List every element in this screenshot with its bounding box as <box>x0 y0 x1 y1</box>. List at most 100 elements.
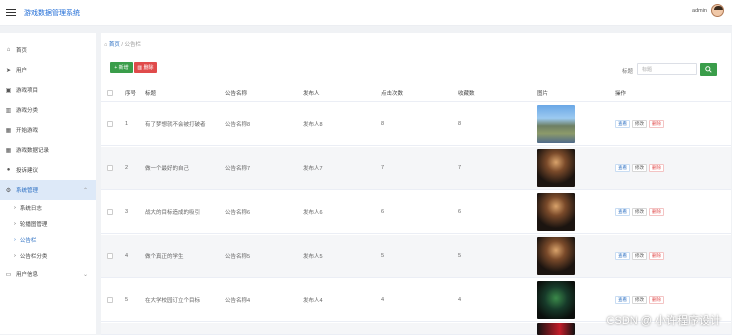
row-title: 做一个最好的自己 <box>145 166 190 172</box>
row-checkbox[interactable] <box>107 297 113 303</box>
send-icon: ➤ <box>5 67 12 74</box>
chevron-right-icon: › <box>14 253 16 259</box>
header-category: 公告名称 <box>225 91 248 97</box>
breadcrumb-current: 公告栏 <box>124 42 141 48</box>
avatar[interactable] <box>711 4 724 17</box>
row-index: 3 <box>125 209 129 215</box>
row-delete-button[interactable]: 删除 <box>649 208 664 216</box>
row-category: 公告名称6 <box>225 210 251 216</box>
menu-toggle-icon[interactable] <box>6 9 16 16</box>
edit-button[interactable]: 修改 <box>632 164 647 172</box>
row-title: 做个真正的学生 <box>145 254 184 260</box>
sidebar-item-game-projects[interactable]: ▣ 游戏项目 <box>0 80 96 100</box>
breadcrumb-separator: / <box>121 42 123 48</box>
breadcrumb: ⌂ 首页 / 公告栏 <box>104 40 141 48</box>
breadcrumb-home[interactable]: 首页 <box>109 42 120 48</box>
sidebar-item-home[interactable]: ⌂ 首页 <box>0 40 96 60</box>
pin-icon: ● <box>6 167 11 173</box>
home-icon: ⌂ <box>104 42 108 48</box>
header-actions: 操作 <box>615 91 627 97</box>
row-index: 5 <box>125 297 129 303</box>
sidebar-subitem-notices[interactable]: › 公告栏 <box>0 232 96 248</box>
delete-button[interactable]: ▥ 删除 <box>134 62 157 73</box>
search-icon <box>705 66 712 73</box>
chevron-down-icon: ⌄ <box>82 271 88 278</box>
view-button[interactable]: 查看 <box>615 208 630 216</box>
home-icon: ⌂ <box>6 47 11 53</box>
row-index: 2 <box>125 165 129 171</box>
table-row: 4 做个真正的学生 公告名称5 发布人5 5 5 查看 修改 删除 <box>101 235 731 278</box>
header-favorites: 收藏数 <box>458 91 475 97</box>
row-category: 公告名称7 <box>225 166 251 172</box>
sidebar: ⌂ 首页 ➤ 用户 ▣ 游戏项目 ▥ 游戏分类 ▦ 开始游戏 ▦ 游戏数据记录 ● 投诉建议 … <box>0 33 96 334</box>
row-clicks: 7 <box>381 165 385 171</box>
row-publisher: 发布人5 <box>303 254 323 260</box>
row-delete-button[interactable]: 删除 <box>649 120 664 128</box>
row-category: 公告名称8 <box>225 122 251 128</box>
row-clicks: 8 <box>381 121 385 127</box>
sidebar-item-game-records[interactable]: ▦ 游戏数据记录 <box>0 140 96 160</box>
sidebar-item-start-game[interactable]: ▦ 开始游戏 <box>0 120 96 140</box>
add-button[interactable]: + 新增 <box>110 62 133 73</box>
select-all-checkbox[interactable] <box>107 90 113 96</box>
row-checkbox[interactable] <box>107 121 113 127</box>
sidebar-subitem-carousel[interactable]: › 轮播图管理 <box>0 216 96 232</box>
row-category: 公告名称5 <box>225 254 251 260</box>
row-clicks: 6 <box>381 209 385 215</box>
row-publisher: 发布人6 <box>303 210 323 216</box>
table-row: 2 做一个最好的自己 公告名称7 发布人7 7 7 查看 修改 删除 <box>101 147 731 190</box>
row-delete-button[interactable]: 删除 <box>649 252 664 260</box>
sidebar-subitem-notice-categories[interactable]: › 公告栏分类 <box>0 248 96 264</box>
gear-icon: ⚙ <box>5 187 12 194</box>
row-delete-button[interactable]: 删除 <box>649 164 664 172</box>
table-header: 序号 标题 公告名称 发布人 点击次数 收藏数 图片 操作 <box>101 85 731 102</box>
row-delete-button[interactable]: 删除 <box>649 296 664 304</box>
clipboard-icon: ▣ <box>5 87 12 94</box>
row-favorites: 8 <box>458 121 462 127</box>
sidebar-item-users[interactable]: ➤ 用户 <box>0 60 96 80</box>
chevron-right-icon: › <box>14 205 16 211</box>
sidebar-item-user-info[interactable]: ▭ 用户信息 ⌄ <box>0 264 96 284</box>
edit-button[interactable]: 修改 <box>632 208 647 216</box>
trash-icon: ▥ <box>137 64 143 71</box>
row-title: 战大的目标造成的吸引 <box>145 210 201 216</box>
view-button[interactable]: 查看 <box>615 120 630 128</box>
row-index: 1 <box>125 121 129 127</box>
grid-icon: ▦ <box>5 127 12 134</box>
row-clicks: 5 <box>381 253 385 259</box>
main-content: ⌂ 首页 / 公告栏 + 新增 ▥ 删除 标题 标题 序号 标题 公告名称 发布… <box>101 33 731 335</box>
sidebar-item-game-categories[interactable]: ▥ 游戏分类 <box>0 100 96 120</box>
table-row: 3 战大的目标造成的吸引 公告名称6 发布人6 6 6 查看 修改 删除 <box>101 191 731 234</box>
app-title: 游戏数据管理系统 <box>24 9 80 17</box>
header-image: 图片 <box>537 91 549 97</box>
edit-button[interactable]: 修改 <box>632 120 647 128</box>
sidebar-item-feedback[interactable]: ● 投诉建议 <box>0 160 96 180</box>
row-checkbox[interactable] <box>107 165 113 171</box>
view-button[interactable]: 查看 <box>615 296 630 304</box>
row-checkbox[interactable] <box>107 253 113 259</box>
search-input[interactable]: 标题 <box>637 63 697 75</box>
search-button[interactable] <box>700 63 717 76</box>
row-title: 在大学校园订立个目标 <box>145 298 201 304</box>
row-title: 有了梦想就不会被打破者 <box>145 122 206 128</box>
username[interactable]: admin <box>692 8 707 14</box>
view-button[interactable]: 查看 <box>615 252 630 260</box>
zelda-game-cover <box>537 281 575 319</box>
row-checkbox[interactable] <box>107 209 113 215</box>
view-button[interactable]: 查看 <box>615 164 630 172</box>
table-row: 1 有了梦想就不会被打破者 公告名称8 发布人8 8 8 查看 修改 删除 <box>101 103 731 146</box>
sidebar-subitem-logs[interactable]: › 系统日志 <box>0 200 96 216</box>
edit-button[interactable]: 修改 <box>632 252 647 260</box>
id-card-icon: ▭ <box>5 271 12 278</box>
chevron-right-icon: › <box>14 237 16 243</box>
search-label: 标题 <box>622 69 634 75</box>
row-clicks: 4 <box>381 297 385 303</box>
row-category: 公告名称4 <box>225 298 251 304</box>
top-bar: 游戏数据管理系统 admin <box>0 0 732 26</box>
edit-button[interactable]: 修改 <box>632 296 647 304</box>
sidebar-item-system[interactable]: ⚙ 系统管理 ⌃ <box>0 180 96 200</box>
header-index: 序号 <box>125 91 137 97</box>
header-clicks: 点击次数 <box>381 91 404 97</box>
row-favorites: 5 <box>458 253 462 259</box>
header-title: 标题 <box>145 91 157 97</box>
